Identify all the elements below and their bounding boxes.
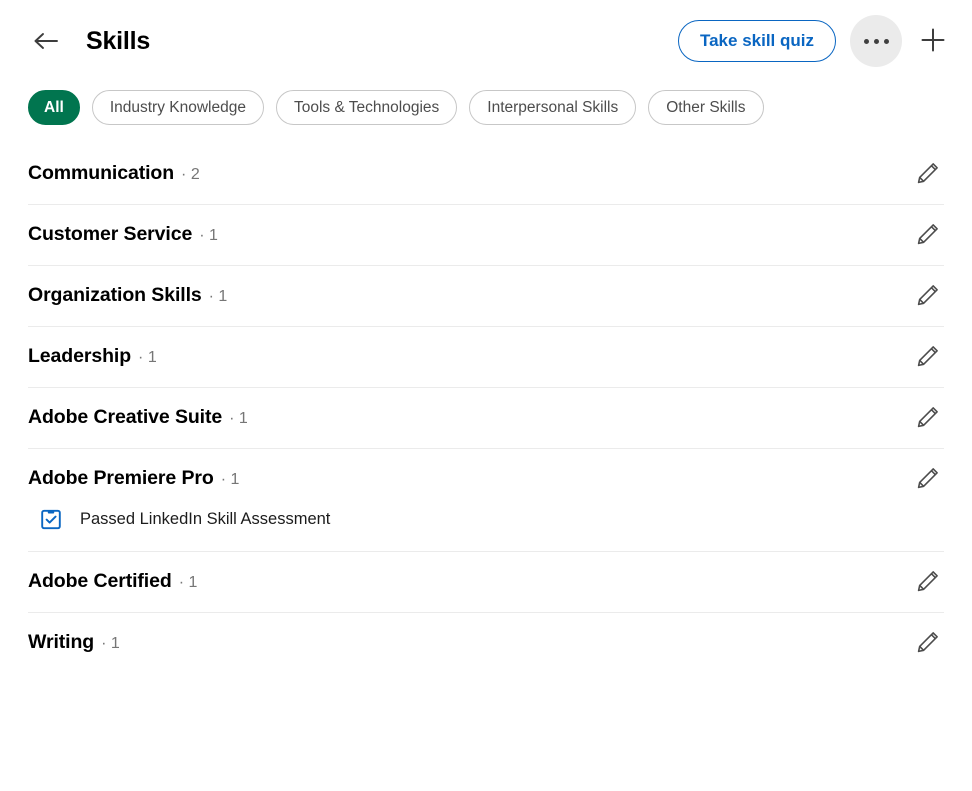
pencil-icon bbox=[915, 465, 941, 494]
skill-count: · 2 bbox=[181, 166, 200, 183]
arrow-left-icon bbox=[32, 29, 60, 53]
skill-count: · 1 bbox=[138, 349, 157, 366]
more-options-button[interactable] bbox=[850, 15, 902, 67]
skill-name: Writing bbox=[28, 631, 95, 653]
skill-assessment-badge: Passed LinkedIn Skill Assessment bbox=[38, 506, 944, 532]
skill-row[interactable]: Communication · 2 bbox=[28, 144, 944, 205]
edit-skill-button[interactable] bbox=[906, 152, 950, 196]
skills-list: Communication · 2 Customer Service · 1 O… bbox=[0, 144, 972, 673]
edit-skill-button[interactable] bbox=[906, 457, 950, 501]
skill-count: · 1 bbox=[229, 410, 248, 427]
skill-name: Organization Skills bbox=[28, 284, 202, 306]
page-title: Skills bbox=[86, 26, 151, 55]
clipboard-check-icon bbox=[38, 506, 64, 532]
skill-name: Customer Service bbox=[28, 223, 193, 245]
filter-pill-industry-knowledge[interactable]: Industry Knowledge bbox=[91, 89, 264, 125]
skill-row[interactable]: Writing · 1 bbox=[28, 613, 944, 673]
edit-skill-button[interactable] bbox=[906, 274, 950, 318]
add-skill-button[interactable] bbox=[912, 20, 954, 62]
pencil-icon bbox=[915, 343, 941, 372]
page-header: Skills Take skill quiz bbox=[0, 0, 972, 82]
filter-pill-bar: All Industry Knowledge Tools & Technolog… bbox=[0, 82, 972, 132]
skill-assessment-label: Passed LinkedIn Skill Assessment bbox=[80, 509, 331, 528]
pencil-icon bbox=[915, 629, 941, 658]
skill-row[interactable]: Organization Skills · 1 bbox=[28, 266, 944, 327]
skill-title-line: Customer Service · 1 bbox=[28, 223, 944, 246]
skill-name: Communication bbox=[28, 162, 175, 184]
edit-skill-button[interactable] bbox=[906, 560, 950, 604]
skill-name: Adobe Certified bbox=[28, 570, 172, 592]
pencil-icon bbox=[915, 160, 941, 189]
filter-pill-other-skills[interactable]: Other Skills bbox=[648, 89, 764, 125]
skill-row[interactable]: Adobe Creative Suite · 1 bbox=[28, 388, 944, 449]
skill-count: · 1 bbox=[220, 471, 240, 488]
skill-title-line: Writing · 1 bbox=[28, 631, 944, 654]
skill-title-line: Organization Skills · 1 bbox=[28, 284, 944, 307]
skill-title-line: Adobe Creative Suite · 1 bbox=[28, 406, 944, 429]
skill-title-line: Adobe Certified · 1 bbox=[28, 570, 944, 593]
skill-title-line: Communication · 2 bbox=[28, 162, 944, 185]
plus-icon bbox=[919, 26, 947, 57]
skill-title-line: Adobe Premiere Pro · 1 bbox=[28, 467, 944, 490]
skill-name: Adobe Premiere Pro bbox=[28, 467, 214, 489]
ellipsis-icon bbox=[863, 38, 889, 44]
pencil-icon bbox=[915, 282, 941, 311]
skill-row[interactable]: Leadership · 1 bbox=[28, 327, 944, 388]
edit-skill-button[interactable] bbox=[906, 396, 950, 440]
edit-skill-button[interactable] bbox=[906, 621, 950, 665]
back-button[interactable] bbox=[28, 23, 64, 59]
edit-skill-button[interactable] bbox=[906, 335, 950, 379]
take-skill-quiz-button[interactable]: Take skill quiz bbox=[677, 20, 836, 62]
skill-name: Adobe Creative Suite bbox=[28, 406, 223, 428]
pencil-icon bbox=[915, 568, 941, 597]
skill-count: · 1 bbox=[199, 227, 218, 244]
skill-count: · 1 bbox=[178, 574, 198, 591]
filter-pill-all[interactable]: All bbox=[28, 89, 80, 125]
pencil-icon bbox=[915, 221, 941, 250]
filter-pill-interpersonal-skills[interactable]: Interpersonal Skills bbox=[469, 89, 637, 125]
pencil-icon bbox=[915, 404, 941, 433]
skill-count: · 1 bbox=[208, 288, 228, 305]
skill-name: Leadership bbox=[28, 345, 132, 367]
skill-title-line: Leadership · 1 bbox=[28, 345, 944, 368]
edit-skill-button[interactable] bbox=[906, 213, 950, 257]
skill-row[interactable]: Customer Service · 1 bbox=[28, 205, 944, 266]
skill-row[interactable]: Adobe Certified · 1 bbox=[28, 552, 944, 613]
skill-count: · 1 bbox=[101, 635, 120, 652]
filter-pill-tools-technologies[interactable]: Tools & Technologies bbox=[275, 89, 458, 125]
skill-row[interactable]: Adobe Premiere Pro · 1 Passed LinkedIn S… bbox=[28, 449, 944, 552]
